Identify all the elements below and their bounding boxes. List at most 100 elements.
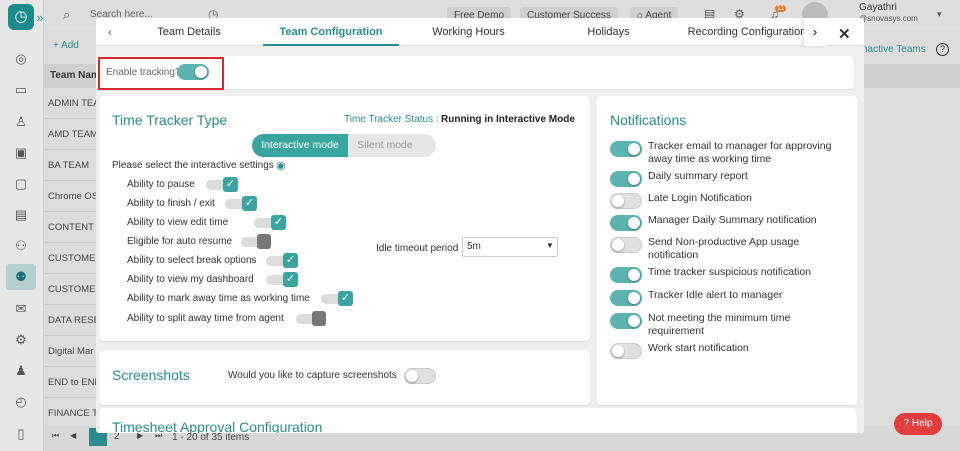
mail-icon[interactable]: ✉ xyxy=(13,301,29,317)
first-page-icon[interactable]: ⏮ xyxy=(52,431,59,441)
tracker-setting-toggle[interactable] xyxy=(241,234,273,249)
tracker-setting-toggle[interactable]: ✓ xyxy=(206,177,238,192)
notification-toggle[interactable] xyxy=(610,141,642,157)
checkmark-icon: ✓ xyxy=(283,253,298,268)
idle-timeout-label: Idle timeout period xyxy=(376,243,459,254)
tracker-setting-toggle[interactable]: ✓ xyxy=(254,215,286,230)
table-row[interactable]: CONTENT W xyxy=(44,212,96,243)
tracker-setting-label: Eligible for auto resume xyxy=(127,236,233,247)
prev-page-icon[interactable]: ◀ xyxy=(70,431,76,440)
notification-toggle[interactable] xyxy=(610,237,642,253)
help-button[interactable]: ? Help xyxy=(894,413,942,435)
enable-tracking-toggle[interactable] xyxy=(177,64,209,80)
tab-team-configuration[interactable]: Team Configuration xyxy=(263,18,399,46)
timesheet-approval-title: Timesheet Approval Configuration xyxy=(112,419,323,433)
close-icon[interactable]: ✕ xyxy=(838,25,851,43)
table-row[interactable]: BA TEAM xyxy=(44,150,96,181)
tracker-status-label: Time Tracker Status : xyxy=(344,114,439,125)
notification-toggle[interactable] xyxy=(610,290,642,306)
checkmark-icon: ✓ xyxy=(283,272,298,287)
notification-label: Time tracker suspicious notification xyxy=(648,266,812,278)
checkmark-icon: ✓ xyxy=(223,177,238,192)
tabs-scroll-right-icon[interactable]: › xyxy=(804,18,826,46)
enable-tracking-label: Enable tracking? xyxy=(106,67,181,78)
table-row[interactable]: ADMIN TEAM xyxy=(44,88,96,119)
table-row[interactable]: DATA RESEA xyxy=(44,305,96,336)
eye-icon[interactable]: ◉ xyxy=(276,159,286,172)
capture-screenshots-toggle[interactable] xyxy=(404,368,436,384)
notification-label: Send Non-productive App usage notificati… xyxy=(648,236,800,261)
tab-bar: ‹ Team Details Team Configuration Workin… xyxy=(96,18,864,46)
monitor-icon[interactable]: ▢ xyxy=(13,176,29,192)
people-icon[interactable]: ⚇ xyxy=(13,238,29,254)
table-row[interactable]: END to END xyxy=(44,367,96,398)
notification-toggle[interactable] xyxy=(610,343,642,359)
table-row[interactable]: AMD TEAM xyxy=(44,119,96,150)
tracker-setting-label: Ability to view my dashboard xyxy=(127,274,254,285)
tracker-setting-toggle[interactable] xyxy=(296,311,328,326)
tracker-setting-label: Ability to split away time from agent xyxy=(127,313,284,324)
checkmark-icon: ✓ xyxy=(242,196,257,211)
notification-toggle[interactable] xyxy=(610,193,642,209)
tracker-setting-toggle[interactable]: ✓ xyxy=(266,272,298,287)
idle-timeout-select[interactable]: 5m ▼ xyxy=(462,237,558,257)
tracker-setting-label: Ability to pause xyxy=(127,179,195,190)
inactive-teams-link[interactable]: nactive Teams xyxy=(862,44,926,55)
table-row[interactable]: CUSTOMER xyxy=(44,243,96,274)
tracker-setting-toggle[interactable]: ✓ xyxy=(225,196,257,211)
calendar-icon[interactable]: ▭ xyxy=(13,82,29,98)
tabs-scroll-left-icon[interactable]: ‹ xyxy=(108,25,112,39)
briefcase-icon[interactable]: ▣ xyxy=(13,145,29,161)
screenshots-title: Screenshots xyxy=(112,367,190,383)
tracker-setting-label: Ability to view edit time xyxy=(127,217,229,228)
notification-label: Manager Daily Summary notification xyxy=(648,214,817,226)
silent-mode-button[interactable]: Silent mode xyxy=(348,134,422,157)
settings-icon[interactable]: ⚙ xyxy=(13,332,29,348)
user-name: Gayathri xyxy=(859,2,897,13)
idle-timeout-value: 5m xyxy=(467,241,481,252)
notification-toggle[interactable] xyxy=(610,215,642,231)
table-row[interactable]: Digital Mar xyxy=(44,336,96,367)
notification-label: Late Login Notification xyxy=(648,192,752,204)
tab-recording-configuration[interactable]: Recording Configuration xyxy=(686,18,808,46)
add-team-button[interactable]: + Add xyxy=(53,40,79,51)
teams-icon[interactable]: ⚉ xyxy=(6,264,36,290)
help-icon: ? xyxy=(903,418,912,429)
notification-label: Tracker Idle alert to manager xyxy=(648,289,783,301)
interactive-mode-button[interactable]: Interactive mode xyxy=(252,134,348,157)
user-menu-chevron-down-icon[interactable]: ▾ xyxy=(937,9,942,20)
screenshots-question: Would you like to capture screenshots xyxy=(228,370,397,381)
notifications-title: Notifications xyxy=(610,112,687,128)
notification-label: Tracker email to manager for approving a… xyxy=(648,140,832,165)
tab-holidays[interactable]: Holidays xyxy=(556,18,661,46)
tracker-setting-toggle[interactable]: ✓ xyxy=(321,291,353,306)
sidebar: ◷ » ◎ ▭ ♙ ▣ ▢ ▤ ⚇ ⚉ ✉ ⚙ ♟ ◴ ▯ xyxy=(0,0,44,451)
profile-icon[interactable]: ♟ xyxy=(13,363,29,379)
tab-team-details[interactable]: Team Details xyxy=(144,18,234,46)
tracker-setting-label: Ability to mark away time as working tim… xyxy=(127,293,310,304)
notification-label: Not meeting the minimum time requirement xyxy=(648,312,791,337)
table-row[interactable]: CUSTOMER xyxy=(44,274,96,305)
help-label: Help xyxy=(911,418,933,429)
tracker-setting-toggle[interactable]: ✓ xyxy=(266,253,298,268)
dashboard-icon[interactable]: ◎ xyxy=(13,51,29,67)
document-icon[interactable]: ▯ xyxy=(13,426,29,442)
tracker-status-value: Running in Interactive Mode xyxy=(441,114,575,125)
notification-toggle[interactable] xyxy=(610,313,642,329)
app-logo[interactable]: ◷ xyxy=(8,4,34,30)
help-circle-icon[interactable]: ? xyxy=(936,43,949,56)
chevron-down-icon: ▼ xyxy=(546,241,554,250)
user-icon[interactable]: ♙ xyxy=(13,114,29,130)
tab-working-hours[interactable]: Working Hours xyxy=(416,18,521,46)
clock-icon[interactable]: ◴ xyxy=(13,394,29,410)
notification-toggle[interactable] xyxy=(610,267,642,283)
tracker-setting-label: Ability to select break options xyxy=(127,255,257,266)
team-settings-modal: ‹ Team Details Team Configuration Workin… xyxy=(96,18,864,433)
card-icon[interactable]: ▤ xyxy=(13,207,29,223)
team-name-column-header[interactable]: Team Nam xyxy=(50,70,100,81)
table-row[interactable]: Chrome OS xyxy=(44,181,96,212)
tracker-setting-label: Ability to finish / exit xyxy=(127,198,215,209)
checkmark-icon: ✓ xyxy=(271,215,286,230)
notification-toggle[interactable] xyxy=(610,171,642,187)
notification-count-badge: 11 xyxy=(775,5,787,12)
